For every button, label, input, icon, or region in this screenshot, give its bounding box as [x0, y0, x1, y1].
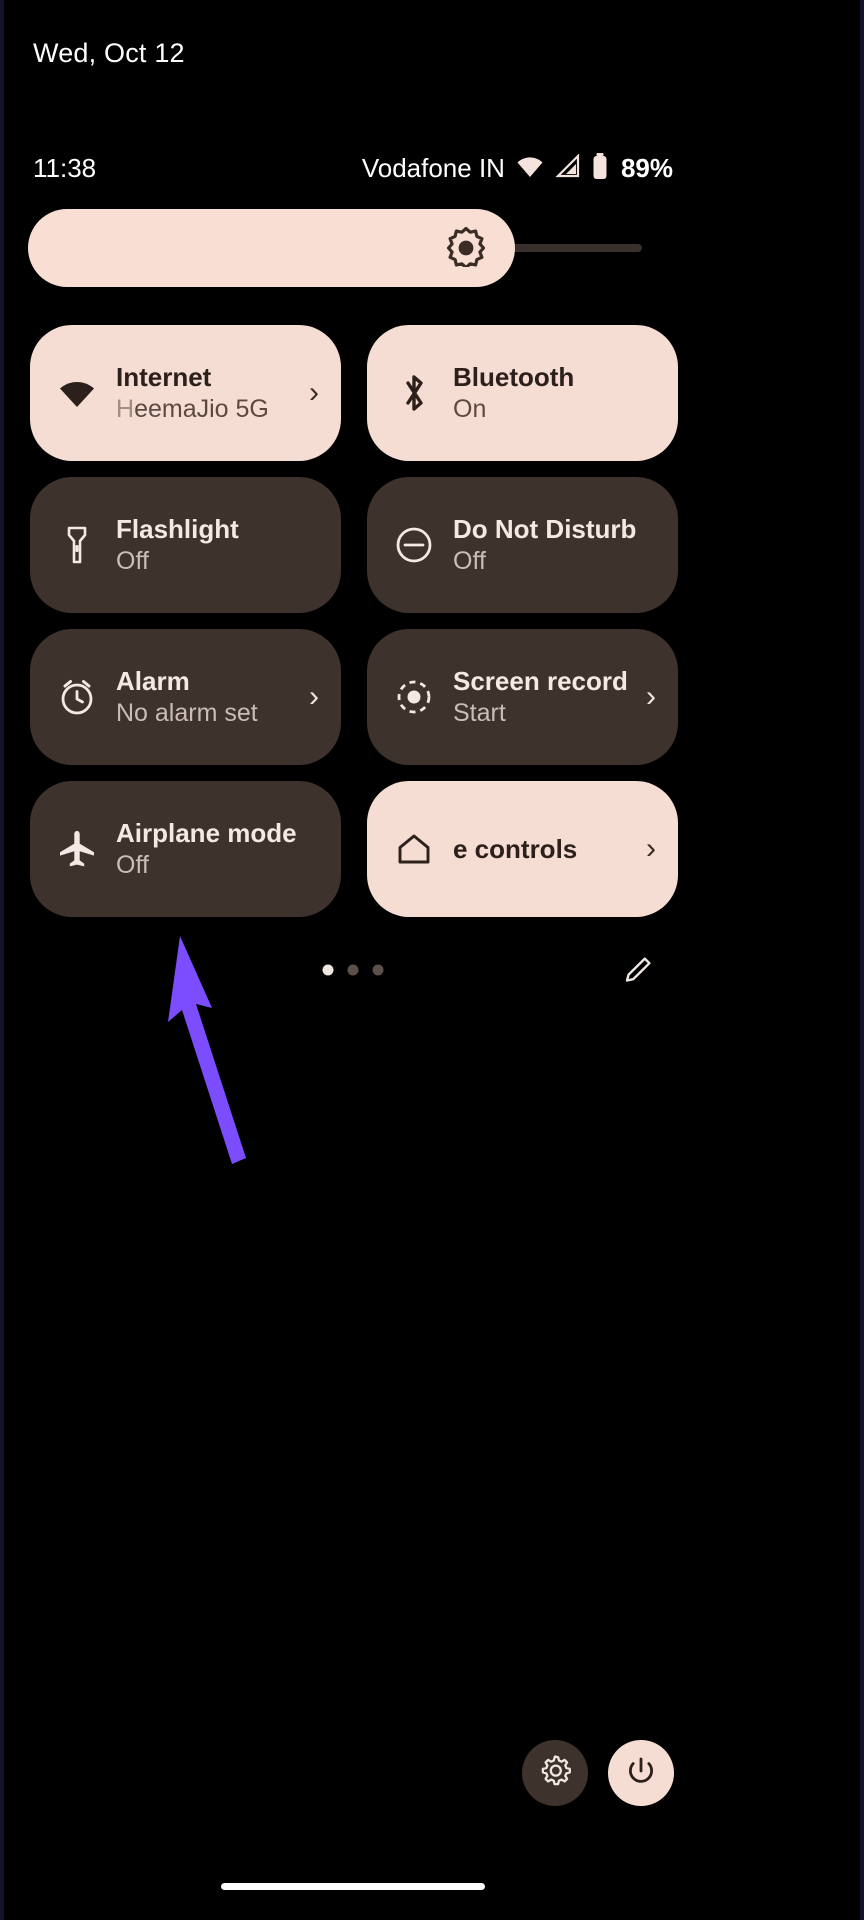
- tile-subtitle: Off: [116, 547, 149, 576]
- tile-bluetooth[interactable]: Bluetooth On: [367, 325, 678, 461]
- quick-settings-footer: [0, 940, 706, 1000]
- tile-title: Bluetooth: [453, 361, 575, 392]
- date-header: Wed, Oct 12: [33, 38, 185, 68]
- tile-subtitle: On: [453, 395, 487, 424]
- tile-text: Bluetooth On: [453, 362, 656, 425]
- flashlight-icon: [54, 524, 100, 566]
- power-button[interactable]: [608, 1740, 674, 1806]
- wifi-icon: [54, 377, 100, 409]
- tile-internet[interactable]: Internet HeemaJio 5G ›: [30, 325, 341, 461]
- chevron-right-icon[interactable]: ›: [309, 378, 319, 408]
- settings-button[interactable]: [522, 1740, 588, 1806]
- tile-alarm[interactable]: Alarm No alarm set ›: [30, 629, 341, 765]
- tile-airplane-mode[interactable]: Airplane mode Off: [30, 781, 341, 917]
- page-dot-2[interactable]: [347, 964, 359, 976]
- tile-subtitle: Start: [453, 699, 506, 728]
- tile-title: Do Not Disturb: [453, 513, 637, 544]
- brightness-sun-icon: [445, 225, 487, 272]
- cellular-signal-icon: [555, 152, 581, 183]
- airplane-icon: [54, 828, 100, 870]
- phone-screen: Wed, Oct 12 11:38 Vodafone IN 89% Intern…: [0, 0, 864, 1920]
- battery-percent: 89%: [620, 152, 673, 183]
- status-bar: 11:38 Vodafone IN 89%: [0, 148, 706, 188]
- tile-subtitle: Off: [453, 547, 486, 576]
- tile-device-controls[interactable]: e controls ›: [367, 781, 678, 917]
- bottom-button-row: [522, 1740, 674, 1806]
- power-icon: [624, 1754, 658, 1793]
- quick-settings-tiles: Internet HeemaJio 5G › Bluetooth On Flas…: [30, 325, 678, 917]
- brightness-fill[interactable]: [28, 209, 515, 287]
- carrier-label: Vodafone IN: [361, 152, 505, 183]
- alarm-clock-icon: [54, 676, 100, 718]
- tile-text: Do Not Disturb Off: [453, 514, 656, 577]
- home-icon: [391, 828, 437, 870]
- chevron-right-icon[interactable]: ›: [309, 682, 319, 712]
- tile-screen-record[interactable]: Screen record Start ›: [367, 629, 678, 765]
- tile-title: Flashlight: [116, 513, 239, 544]
- screen-record-icon: [391, 676, 437, 718]
- status-icons: Vodafone IN 89%: [362, 152, 673, 185]
- brightness-slider[interactable]: [28, 209, 642, 287]
- screen-edge-right: [860, 0, 864, 1920]
- tile-title: e controls: [453, 833, 578, 864]
- tile-text: Screen record Start: [453, 666, 640, 729]
- tile-title: Airplane mode: [116, 817, 297, 848]
- do-not-disturb-icon: [391, 524, 437, 566]
- tile-flashlight[interactable]: Flashlight Off: [30, 477, 341, 613]
- tile-text: Alarm No alarm set: [116, 666, 303, 729]
- tile-subtitle: HeemaJio 5G: [116, 395, 269, 424]
- tile-subtitle: Off: [116, 851, 149, 880]
- chevron-right-icon[interactable]: ›: [646, 834, 656, 864]
- tile-do-not-disturb[interactable]: Do Not Disturb Off: [367, 477, 678, 613]
- battery-icon: [591, 152, 609, 185]
- tile-text: Airplane mode Off: [116, 818, 319, 881]
- page-dot-3[interactable]: [372, 964, 384, 976]
- page-dot-1[interactable]: [322, 964, 334, 976]
- page-indicator-dots[interactable]: [322, 964, 384, 976]
- tile-subtitle: No alarm set: [116, 699, 258, 728]
- tile-text: e controls: [453, 834, 640, 865]
- status-time: 11:38: [33, 152, 97, 183]
- quick-settings-panel: Wed, Oct 12 11:38 Vodafone IN 89% Intern…: [0, 0, 706, 1920]
- bluetooth-icon: [391, 372, 437, 414]
- gear-icon: [538, 1754, 572, 1793]
- wifi-icon: [515, 154, 545, 183]
- tile-title: Alarm: [116, 665, 190, 696]
- tile-title: Internet: [116, 361, 212, 392]
- tile-text: Flashlight Off: [116, 514, 319, 577]
- tile-text: Internet HeemaJio 5G: [116, 362, 303, 425]
- pencil-edit-icon[interactable]: [618, 950, 658, 990]
- chevron-right-icon[interactable]: ›: [646, 682, 656, 712]
- tile-title: Screen record: [453, 665, 628, 696]
- gesture-nav-handle[interactable]: [221, 1883, 485, 1890]
